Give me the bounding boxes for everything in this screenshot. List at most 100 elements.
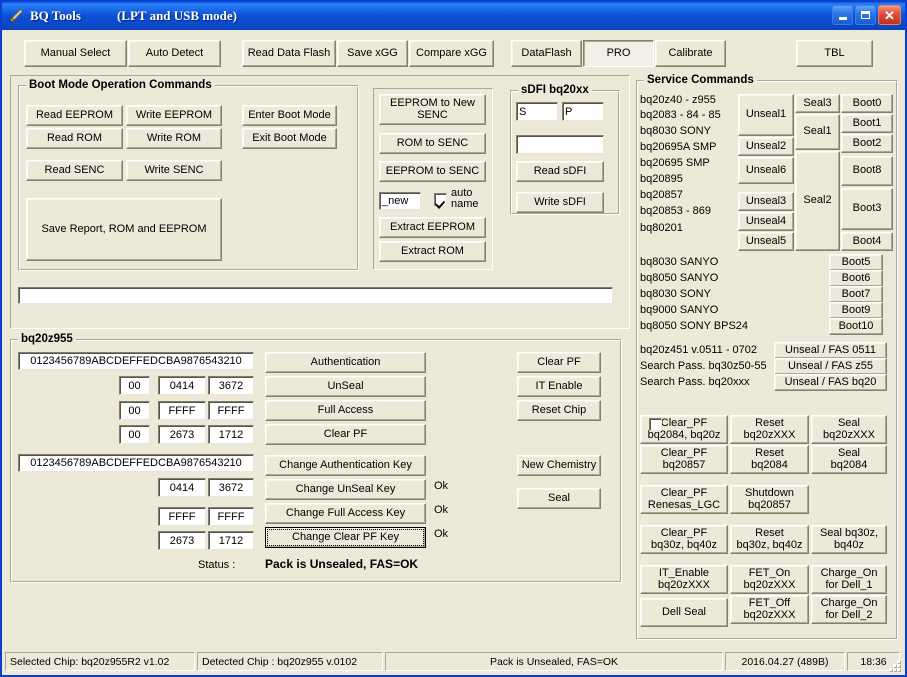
charge-on-dell1-button[interactable]: Charge_On for Dell_1 [811, 565, 887, 594]
boot4-button[interactable]: Boot4 [841, 232, 893, 251]
key1-row1-c[interactable]: FFFF [208, 401, 254, 420]
seal1-button[interactable]: Seal1 [795, 114, 840, 150]
new-chemistry-button[interactable]: New Chemistry [517, 455, 601, 476]
seal-bq30z-button[interactable]: Seal bq30z, bq40z [811, 525, 887, 554]
boot3-button[interactable]: Boot3 [841, 188, 893, 230]
clear-pf-button[interactable]: Clear PF [265, 424, 426, 445]
boot9-button[interactable]: Boot9 [829, 302, 883, 319]
tbl-button[interactable]: TBL [796, 40, 873, 67]
reset-chip-button[interactable]: Reset Chip [517, 400, 601, 421]
boot0-button[interactable]: Boot0 [841, 94, 893, 113]
charge-on-dell2-button[interactable]: Charge_On for Dell_2 [811, 595, 887, 624]
close-button[interactable]: ✕ [878, 5, 901, 25]
extract-eeprom-button[interactable]: Extract EEPROM [379, 217, 486, 238]
boot6-button[interactable]: Boot6 [829, 270, 883, 287]
tab-calibrate[interactable]: Calibrate [655, 40, 726, 67]
authentication-button[interactable]: Authentication [265, 352, 426, 373]
seal-button[interactable]: Seal [517, 488, 601, 509]
seal2-button[interactable]: Seal2 [795, 151, 840, 251]
it-enable-right-button[interactable]: IT Enable [517, 376, 601, 397]
read-senc-button[interactable]: Read SENC [26, 160, 123, 181]
eeprom-to-senc-button[interactable]: EEPROM to SENC [379, 161, 486, 182]
extract-rom-button[interactable]: Extract ROM [379, 241, 486, 262]
key1-row2-c[interactable]: 1712 [208, 425, 254, 444]
senc-name-input[interactable]: _new [379, 192, 421, 210]
exit-boot-mode-button[interactable]: Exit Boot Mode [242, 128, 337, 149]
seal-bq20zxxx-button[interactable]: Seal bq20zXXX [811, 415, 887, 444]
resize-grip[interactable] [887, 658, 901, 672]
boot10-button[interactable]: Boot10 [829, 318, 883, 335]
write-sdfi-button[interactable]: Write sDFI [516, 192, 604, 213]
shutdown-bq20857-button[interactable]: Shutdown bq20857 [730, 485, 809, 514]
boot2-button[interactable]: Boot2 [841, 134, 893, 153]
unseal2-button[interactable]: Unseal2 [738, 137, 794, 156]
read-sdfi-button[interactable]: Read sDFI [516, 161, 604, 182]
maximize-button[interactable] [855, 5, 876, 25]
key1-input[interactable]: 0123456789ABCDEFFEDCBA9876543210 [18, 352, 254, 370]
clear-pf-bq20857-button[interactable]: Clear_PF bq20857 [640, 445, 728, 474]
compare-xgg-button[interactable]: Compare xGG [409, 40, 494, 67]
read-eeprom-button[interactable]: Read EEPROM [26, 105, 123, 126]
tab-pro[interactable]: PRO [583, 40, 654, 67]
key2-row1-b[interactable]: FFFF [158, 507, 206, 526]
auto-name-checkbox[interactable] [434, 193, 447, 206]
unseal-fas-z55-button[interactable]: Unseal / FAS z55 [774, 358, 887, 375]
fet-off-button[interactable]: FET_Off bq20zXXX [730, 595, 809, 624]
change-unseal-key-button[interactable]: Change UnSeal Key [265, 479, 426, 500]
it-enable-bq20zxxx-button[interactable]: IT_Enable bq20zXXX [640, 565, 728, 594]
key2-row1-c[interactable]: FFFF [208, 507, 254, 526]
tab-dataflash[interactable]: DataFlash [511, 40, 582, 67]
unseal-fas-bq20-button[interactable]: Unseal / FAS bq20 [774, 374, 887, 391]
boot7-button[interactable]: Boot7 [829, 286, 883, 303]
change-authentication-key-button[interactable]: Change Authentication Key [265, 455, 426, 476]
minimize-button[interactable] [832, 5, 853, 25]
write-rom-button[interactable]: Write ROM [126, 128, 222, 149]
key1-row1-a[interactable]: 00 [119, 401, 150, 420]
write-senc-button[interactable]: Write SENC [126, 160, 222, 181]
sdfi-p-input[interactable]: P [562, 102, 604, 121]
reset-bq30z-button[interactable]: Reset bq30z, bq40z [730, 525, 809, 554]
fet-on-button[interactable]: FET_On bq20zXXX [730, 565, 809, 594]
enter-boot-mode-button[interactable]: Enter Boot Mode [242, 105, 337, 126]
read-rom-button[interactable]: Read ROM [26, 128, 123, 149]
key2-row0-c[interactable]: 3672 [208, 478, 254, 497]
unseal-fas-0511-button[interactable]: Unseal / FAS 0511 [774, 342, 887, 359]
change-clear-pf-key-button[interactable]: Change Clear PF Key [265, 527, 426, 548]
dell-seal-button[interactable]: Dell Seal [640, 598, 728, 627]
auto-detect-button[interactable]: Auto Detect [128, 40, 221, 67]
rom-to-senc-button[interactable]: ROM to SENC [379, 133, 486, 154]
change-full-access-key-button[interactable]: Change Full Access Key [265, 503, 426, 524]
write-eeprom-button[interactable]: Write EEPROM [126, 105, 222, 126]
clear-pf-right-button[interactable]: Clear PF [517, 352, 601, 373]
boot1-button[interactable]: Boot1 [841, 114, 893, 133]
unseal3-button[interactable]: Unseal3 [738, 192, 794, 211]
key1-row2-b[interactable]: 2673 [158, 425, 206, 444]
key2-row2-b[interactable]: 2673 [158, 531, 206, 550]
boot5-button[interactable]: Boot5 [829, 254, 883, 271]
unseal-button[interactable]: UnSeal [265, 376, 426, 397]
key1-row0-a[interactable]: 00 [119, 376, 150, 395]
clear-pf-renesas-button[interactable]: Clear_PF Renesas_LGC [640, 485, 728, 514]
boot8-button[interactable]: Boot8 [841, 156, 893, 186]
key2-row0-b[interactable]: 0414 [158, 478, 206, 497]
save-report-button[interactable]: Save Report, ROM and EEPROM [26, 198, 222, 261]
key1-row2-a[interactable]: 00 [119, 425, 150, 444]
key1-row0-c[interactable]: 3672 [208, 376, 254, 395]
key1-row1-b[interactable]: FFFF [158, 401, 206, 420]
log-field[interactable] [18, 287, 613, 304]
save-xgg-button[interactable]: Save xGG [337, 40, 408, 67]
read-data-flash-button[interactable]: Read Data Flash [242, 40, 336, 67]
eeprom-to-new-senc-button[interactable]: EEPROM to New SENC [379, 94, 486, 125]
clear-pf-bq2084-checkbox[interactable] [649, 418, 662, 431]
sdfi-s-input[interactable]: S [516, 102, 558, 121]
clear-pf-bq30z-button[interactable]: Clear_PF bq30z, bq40z [640, 525, 728, 554]
seal-bq2084-button[interactable]: Seal bq2084 [811, 445, 887, 474]
manual-select-button[interactable]: Manual Select [24, 40, 127, 67]
key1-row0-b[interactable]: 0414 [158, 376, 206, 395]
unseal1-button[interactable]: Unseal1 [738, 94, 794, 136]
reset-bq20zxxx-button[interactable]: Reset bq20zXXX [730, 415, 809, 444]
unseal6-button[interactable]: Unseal6 [738, 157, 794, 184]
seal3-button[interactable]: Seal3 [795, 94, 840, 113]
unseal4-button[interactable]: Unseal4 [738, 212, 794, 231]
full-access-button[interactable]: Full Access [265, 400, 426, 421]
